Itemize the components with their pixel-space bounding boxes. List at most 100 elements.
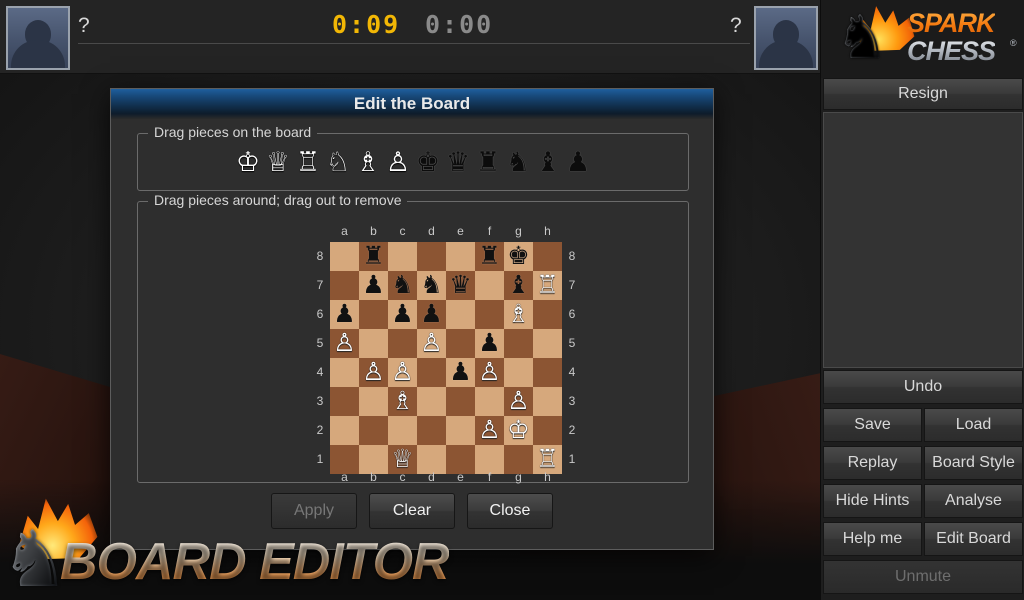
resign-button[interactable]: Resign	[823, 78, 1023, 110]
square-g8[interactable]: ♚	[504, 242, 533, 271]
palette-black-pawn[interactable]: ♟	[563, 147, 593, 177]
square-e2[interactable]	[446, 416, 475, 445]
unmute-button[interactable]: Unmute	[823, 560, 1023, 594]
palette-white-king[interactable]: ♔	[233, 147, 263, 177]
save-button[interactable]: Save	[823, 408, 922, 442]
board-style-button[interactable]: Board Style	[924, 446, 1023, 480]
square-a3[interactable]	[330, 387, 359, 416]
square-g2[interactable]: ♔	[504, 416, 533, 445]
square-c4[interactable]: ♙	[388, 358, 417, 387]
piece-white-pawn-a5[interactable]: ♙	[330, 329, 359, 358]
square-f8[interactable]: ♜	[475, 242, 504, 271]
square-d4[interactable]	[417, 358, 446, 387]
square-c3[interactable]: ♗	[388, 387, 417, 416]
palette-white-bishop[interactable]: ♗	[353, 147, 383, 177]
square-d2[interactable]	[417, 416, 446, 445]
piece-black-bishop-g7[interactable]: ♝	[504, 271, 533, 300]
piece-white-king-g2[interactable]: ♔	[504, 416, 533, 445]
square-e7[interactable]: ♛	[446, 271, 475, 300]
palette-white-queen[interactable]: ♕	[263, 147, 293, 177]
square-c5[interactable]	[388, 329, 417, 358]
square-g7[interactable]: ♝	[504, 271, 533, 300]
piece-black-pawn-f5[interactable]: ♟	[475, 329, 504, 358]
square-a5[interactable]: ♙	[330, 329, 359, 358]
square-e5[interactable]	[446, 329, 475, 358]
piece-white-bishop-c3[interactable]: ♗	[388, 387, 417, 416]
square-b6[interactable]	[359, 300, 388, 329]
square-c8[interactable]	[388, 242, 417, 271]
piece-black-king-g8[interactable]: ♚	[504, 242, 533, 271]
square-e4[interactable]: ♟	[446, 358, 475, 387]
chessboard-grid[interactable]: ♜ ♜ ♚ ♟ ♞ ♞ ♛ ♝ ♖ ♟ ♟ ♟ ♗ ♙ ♙ ♟ ♙ ♙ ♟ ♙ ♗ ♙ ♙ ♔ ♕ ♖	[330, 242, 562, 474]
piece-white-pawn-d5[interactable]: ♙	[417, 329, 446, 358]
piece-white-pawn-f4[interactable]: ♙	[475, 358, 504, 387]
load-button[interactable]: Load	[924, 408, 1023, 442]
palette-black-bishop[interactable]: ♝	[533, 147, 563, 177]
square-c7[interactable]: ♞	[388, 271, 417, 300]
piece-white-pawn-c4[interactable]: ♙	[388, 358, 417, 387]
square-b3[interactable]	[359, 387, 388, 416]
palette-black-knight[interactable]: ♞	[503, 147, 533, 177]
square-b8[interactable]: ♜	[359, 242, 388, 271]
move-list-panel[interactable]	[823, 112, 1023, 368]
piece-black-pawn-b7[interactable]: ♟	[359, 271, 388, 300]
piece-black-knight-c7[interactable]: ♞	[388, 271, 417, 300]
piece-black-pawn-d6[interactable]: ♟	[417, 300, 446, 329]
piece-white-pawn-b4[interactable]: ♙	[359, 358, 388, 387]
square-h7[interactable]: ♖	[533, 271, 562, 300]
square-a7[interactable]	[330, 271, 359, 300]
edit-board-button[interactable]: Edit Board	[924, 522, 1023, 556]
replay-button[interactable]: Replay	[823, 446, 922, 480]
square-g5[interactable]	[504, 329, 533, 358]
square-a6[interactable]: ♟	[330, 300, 359, 329]
palette-white-pawn[interactable]: ♙	[383, 147, 413, 177]
piece-black-pawn-a6[interactable]: ♟	[330, 300, 359, 329]
piece-black-rook-f8[interactable]: ♜	[475, 242, 504, 271]
square-d7[interactable]: ♞	[417, 271, 446, 300]
square-f6[interactable]	[475, 300, 504, 329]
square-h6[interactable]	[533, 300, 562, 329]
square-f3[interactable]	[475, 387, 504, 416]
palette-white-rook[interactable]: ♖	[293, 147, 323, 177]
avatar-player-left[interactable]	[6, 6, 70, 70]
palette-black-queen[interactable]: ♛	[443, 147, 473, 177]
square-d6[interactable]: ♟	[417, 300, 446, 329]
piece-white-pawn-f2[interactable]: ♙	[475, 416, 504, 445]
square-f7[interactable]	[475, 271, 504, 300]
square-b4[interactable]: ♙	[359, 358, 388, 387]
square-e6[interactable]	[446, 300, 475, 329]
hide-hints-button[interactable]: Hide Hints	[823, 484, 922, 518]
piece-black-rook-b8[interactable]: ♜	[359, 242, 388, 271]
square-f5[interactable]: ♟	[475, 329, 504, 358]
square-c2[interactable]	[388, 416, 417, 445]
palette-white-knight[interactable]: ♘	[323, 147, 353, 177]
square-f4[interactable]: ♙	[475, 358, 504, 387]
square-b2[interactable]	[359, 416, 388, 445]
analyse-button[interactable]: Analyse	[924, 484, 1023, 518]
palette-black-rook[interactable]: ♜	[473, 147, 503, 177]
avatar-player-right[interactable]	[754, 6, 818, 70]
piece-black-queen-e7[interactable]: ♛	[446, 271, 475, 300]
square-g6[interactable]: ♗	[504, 300, 533, 329]
piece-black-knight-d7[interactable]: ♞	[417, 271, 446, 300]
square-e3[interactable]	[446, 387, 475, 416]
square-b7[interactable]: ♟	[359, 271, 388, 300]
square-d3[interactable]	[417, 387, 446, 416]
square-h8[interactable]	[533, 242, 562, 271]
square-f2[interactable]: ♙	[475, 416, 504, 445]
square-c6[interactable]: ♟	[388, 300, 417, 329]
piece-white-pawn-g3[interactable]: ♙	[504, 387, 533, 416]
square-e8[interactable]	[446, 242, 475, 271]
palette-black-king[interactable]: ♚	[413, 147, 443, 177]
square-d5[interactable]: ♙	[417, 329, 446, 358]
square-h4[interactable]	[533, 358, 562, 387]
piece-black-pawn-e4[interactable]: ♟	[446, 358, 475, 387]
piece-black-pawn-c6[interactable]: ♟	[388, 300, 417, 329]
square-h2[interactable]	[533, 416, 562, 445]
square-h5[interactable]	[533, 329, 562, 358]
square-a2[interactable]	[330, 416, 359, 445]
square-g3[interactable]: ♙	[504, 387, 533, 416]
square-b5[interactable]	[359, 329, 388, 358]
undo-button[interactable]: Undo	[823, 370, 1023, 404]
piece-white-bishop-g6[interactable]: ♗	[504, 300, 533, 329]
